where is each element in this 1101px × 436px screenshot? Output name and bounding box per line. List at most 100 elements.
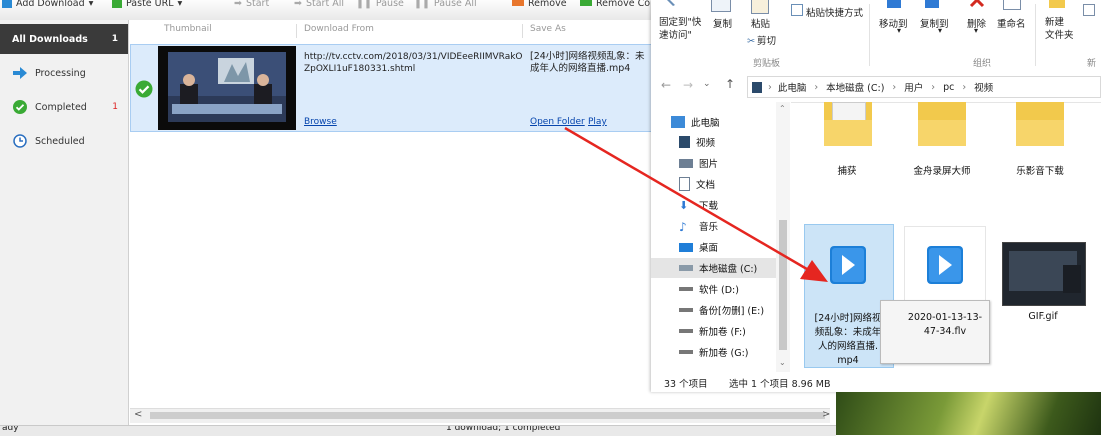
scissors-icon: ✂ [747, 36, 755, 47]
nav-item-documents[interactable]: 文档 [679, 174, 715, 194]
start-all-icon: ➡ [294, 0, 302, 9]
nav-item-this-pc[interactable]: 此电脑 [671, 112, 720, 132]
back-icon[interactable]: ← [661, 78, 671, 92]
nav-item-drive-g[interactable]: 新加卷 (G:) [679, 342, 749, 362]
download-url: http://tv.cctv.com/2018/03/31/VIDEeeRIIM… [304, 52, 523, 74]
nav-item-videos[interactable]: 视频 [679, 132, 715, 152]
drive-icon [679, 308, 693, 312]
sidebar-item-processing[interactable]: Processing [0, 58, 128, 88]
remove-completed-icon [580, 0, 592, 6]
scrollbar-thumb[interactable] [779, 220, 787, 350]
browse-link[interactable]: Browse [304, 117, 337, 127]
breadcrumb-this-pc[interactable]: 此电脑 [778, 80, 807, 94]
breadcrumb-local-disk[interactable]: 本地磁盘 (C:) [826, 80, 884, 94]
breadcrumb-pc[interactable]: pc [943, 82, 954, 93]
pause-all-button[interactable]: ❚❚ Pause All [414, 0, 477, 11]
up-icon[interactable]: ↑ [725, 77, 735, 91]
address-bar[interactable]: › 此电脑 › 本地磁盘 (C:) › 用户 › pc › 视频 [747, 76, 1101, 98]
plus-green-icon [112, 0, 122, 8]
move-to-button[interactable]: 移动到 [879, 16, 908, 30]
column-divider [522, 24, 523, 38]
folder-icon[interactable] [824, 102, 872, 146]
sidebar-item-count: 1 [112, 102, 118, 112]
start-button[interactable]: ➡ Start [234, 0, 269, 11]
forward-icon[interactable]: → [683, 78, 693, 92]
paste-button[interactable]: 粘贴 [751, 16, 770, 30]
remove-icon [512, 0, 524, 6]
explorer-status-bar: 33 个项目 选中 1 个项目 8.96 MB [651, 372, 1101, 392]
status-summary: 1 download; 1 completed [446, 425, 561, 433]
scrollbar-thumb[interactable] [150, 412, 825, 419]
video-thumbnail [158, 46, 296, 130]
group-label-clipboard: 剪贴板 [753, 59, 781, 69]
breadcrumb-videos[interactable]: 视频 [974, 80, 993, 94]
copy-to-button[interactable]: 复制到 [920, 16, 949, 30]
nav-item-drive-d[interactable]: 软件 (D:) [679, 279, 739, 299]
column-divider [296, 24, 297, 38]
nav-item-pictures[interactable]: 图片 [679, 153, 718, 173]
pin-quick-access-button[interactable]: 固定到"快 速访问" [659, 16, 701, 42]
nav-item-downloads[interactable]: ⬇ 下载 [679, 195, 718, 215]
gif-thumbnail[interactable] [1002, 242, 1086, 306]
copy-to-dropdown-icon[interactable]: ▾ [938, 26, 942, 35]
save-as-filename: [24小时]网络视频乱象：未 成年人的网络直播.mp4 [530, 51, 645, 74]
selection-info: 选中 1 个项目 8.96 MB [729, 379, 831, 390]
scroll-left-icon[interactable]: < [134, 409, 142, 420]
nav-item-drive-f[interactable]: 新加卷 (F:) [679, 321, 746, 341]
sidebar: All Downloads 1 Processing Completed 1 S… [0, 20, 129, 425]
nav-pane-scrollbar[interactable]: ⌃ ⌄ [776, 102, 790, 372]
nav-item-local-disk-c[interactable]: 本地磁盘 (C:) [679, 258, 757, 278]
nav-item-desktop[interactable]: 桌面 [679, 237, 718, 257]
start-all-button[interactable]: ➡ Start All [294, 0, 344, 11]
pause-button[interactable]: ❚❚ Pause [356, 0, 404, 11]
nav-item-drive-e[interactable]: 备份[勿删] (E:) [679, 300, 764, 320]
delete-dropdown-icon[interactable]: ▾ [974, 26, 978, 35]
group-label-organize: 组织 [973, 59, 992, 69]
folder-icon[interactable] [1016, 102, 1064, 146]
paste-shortcut-button[interactable]: 粘贴快捷方式 [791, 4, 863, 19]
folder-icon[interactable] [918, 102, 966, 146]
open-folder-link[interactable]: Open Folder [530, 117, 585, 127]
breadcrumb-users[interactable]: 用户 [904, 80, 923, 94]
sidebar-item-all-downloads[interactable]: All Downloads 1 [0, 24, 128, 54]
column-save-as[interactable]: Save As [530, 24, 566, 34]
rename-icon [1003, 0, 1021, 10]
nav-item-music[interactable]: ♪ 音乐 [679, 216, 718, 236]
scroll-right-icon[interactable]: > [822, 409, 830, 420]
item-count: 33 个项目 [664, 379, 708, 390]
paste-url-button[interactable]: Paste URL ▾ [112, 0, 182, 11]
recent-dropdown-icon[interactable]: ⌄ [703, 79, 711, 89]
folder-name[interactable]: 金舟录屏大师 [902, 163, 982, 177]
horizontal-scrollbar[interactable]: < > [130, 408, 830, 423]
add-download-button[interactable]: Add Download ▾ [2, 0, 93, 11]
column-thumbnail[interactable]: Thumbnail [164, 24, 212, 34]
play-link[interactable]: Play [588, 117, 607, 127]
remove-completed-button[interactable]: Remove Co [580, 0, 650, 11]
remove-button[interactable]: Remove [512, 0, 567, 11]
video-file-icon [808, 228, 888, 308]
sidebar-item-scheduled[interactable]: Scheduled [0, 126, 128, 156]
column-download-from[interactable]: Download From [304, 24, 374, 34]
rename-button[interactable]: 重命名 [997, 16, 1026, 30]
move-to-dropdown-icon[interactable]: ▾ [897, 26, 901, 35]
drive-icon [679, 287, 693, 291]
sidebar-item-label: Completed [35, 101, 87, 113]
plus-icon [2, 0, 12, 8]
cut-button[interactable]: ✂ 剪切 [747, 33, 776, 47]
file-name[interactable]: GIF.gif [1003, 311, 1083, 322]
ribbon-divider [869, 4, 870, 66]
group-label-new: 新 [1087, 59, 1097, 69]
copy-button[interactable]: 复制 [713, 16, 732, 30]
picture-icon [679, 158, 693, 168]
scroll-down-icon[interactable]: ⌄ [779, 358, 786, 367]
sidebar-item-label: Processing [35, 67, 86, 79]
folder-name[interactable]: 乐影音下载 [1000, 163, 1080, 177]
toolbar: Add Download ▾ Paste URL ▾ ➡ Start ➡ Start A… [0, 0, 652, 21]
delete-icon [969, 0, 985, 11]
sidebar-item-label: Scheduled [35, 135, 85, 147]
computer-icon [671, 116, 685, 128]
scroll-up-icon[interactable]: ⌃ [779, 104, 786, 113]
sidebar-item-completed[interactable]: Completed 1 [0, 92, 128, 122]
folder-name[interactable]: 捕获 [807, 163, 887, 177]
new-folder-button[interactable]: 新建 文件夹 [1045, 16, 1074, 42]
